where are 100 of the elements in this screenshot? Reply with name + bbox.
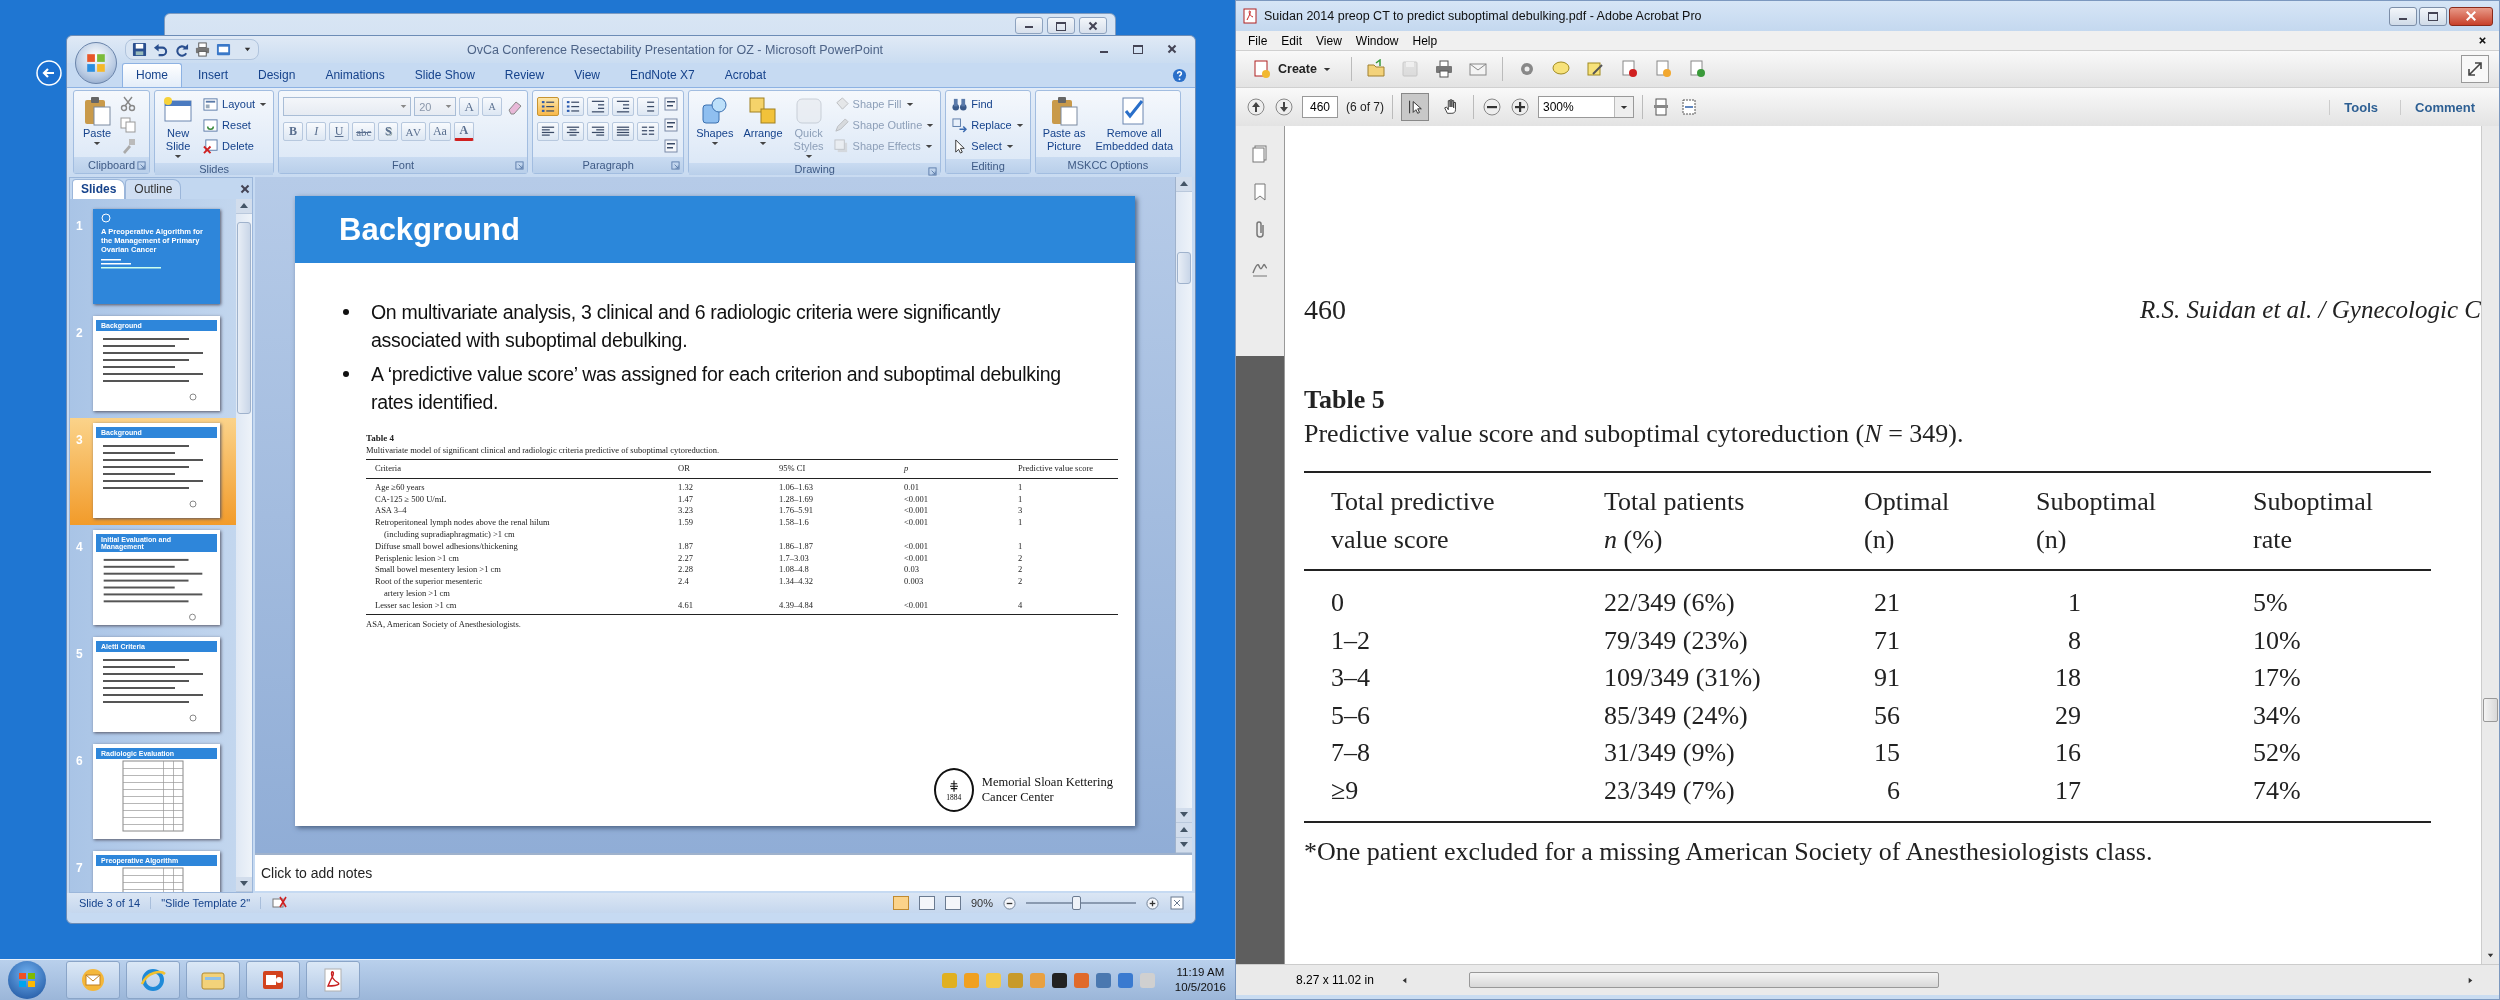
ribbon-tab[interactable]: View: [560, 63, 614, 87]
ribbon-tab[interactable]: Slide Show: [400, 63, 489, 87]
scroll-left-icon[interactable]: [1400, 975, 1409, 985]
align-left-icon[interactable]: [537, 122, 560, 141]
start-button[interactable]: [8, 961, 46, 999]
fit-width-icon[interactable]: [1679, 97, 1699, 117]
slider-thumb[interactable]: [1071, 896, 1081, 910]
ribbon-button[interactable]: Paste: [78, 94, 116, 147]
ribbon-button[interactable]: Shapes: [693, 94, 737, 147]
scroll-up-button[interactable]: [236, 199, 252, 214]
text-direction-icon[interactable]: [663, 96, 680, 112]
scroll-down-button[interactable]: [1176, 808, 1192, 823]
character-spacing-button[interactable]: AV: [401, 122, 426, 141]
zoom-in-icon[interactable]: [1510, 97, 1530, 117]
justify-icon[interactable]: [612, 122, 635, 141]
folder-icon[interactable]: [1365, 59, 1386, 79]
scrollbar-thumb[interactable]: [2483, 698, 2498, 722]
panel-button[interactable]: Tools: [2329, 99, 2393, 115]
create-button[interactable]: Create: [1246, 55, 1337, 83]
zoom-field[interactable]: 300%: [1538, 96, 1634, 118]
ribbon-button[interactable]: Find: [950, 94, 1026, 114]
ribbon-button[interactable]: Replace: [950, 115, 1026, 135]
menu-item[interactable]: Help: [1406, 33, 1444, 48]
underline-button[interactable]: U: [329, 122, 350, 141]
close-icon[interactable]: [2478, 36, 2487, 45]
ribbon-tab[interactable]: Design: [244, 63, 310, 87]
scrollbar[interactable]: [236, 199, 252, 892]
menu-item[interactable]: File: [1242, 33, 1274, 48]
pages-icon[interactable]: [1250, 144, 1270, 164]
dialog-launcher-icon[interactable]: [137, 161, 147, 170]
fit-page-icon[interactable]: [1651, 97, 1671, 117]
increase-indent-icon[interactable]: [612, 97, 635, 116]
page-number-field[interactable]: 460: [1302, 96, 1338, 118]
scrollbar-thumb[interactable]: [237, 222, 251, 414]
maximize-button[interactable]: [2419, 6, 2447, 26]
ribbon-button[interactable]: Delete: [201, 136, 270, 156]
ribbon-button[interactable]: Reset: [201, 115, 270, 135]
ribbon-tab[interactable]: Acrobat: [710, 63, 781, 87]
bullet-list-icon[interactable]: [537, 97, 560, 116]
font-name-field[interactable]: [283, 97, 412, 116]
zoom-in-icon[interactable]: [1146, 896, 1159, 910]
scrollbar[interactable]: [2481, 126, 2499, 964]
align-text-icon[interactable]: [663, 117, 680, 133]
redo-icon[interactable]: [174, 42, 189, 57]
save-icon[interactable]: [132, 42, 147, 57]
minimize-button[interactable]: [1015, 17, 1043, 34]
smartart-icon[interactable]: [663, 138, 680, 154]
dialog-launcher-icon[interactable]: [671, 161, 681, 170]
zoom-out-icon[interactable]: [1482, 97, 1502, 117]
close-button[interactable]: [1079, 17, 1107, 34]
menu-item[interactable]: Edit: [1275, 33, 1309, 48]
dialog-launcher-icon[interactable]: [928, 167, 938, 176]
tray-icon[interactable]: [1051, 972, 1067, 988]
font-color-button[interactable]: A: [453, 122, 474, 141]
next-page-icon[interactable]: [1274, 97, 1294, 117]
dialog-launcher-icon[interactable]: [515, 161, 525, 170]
select-tool-button[interactable]: [1401, 93, 1429, 121]
taskbar-app-button[interactable]: [306, 961, 360, 999]
spellcheck-icon[interactable]: [271, 895, 288, 911]
bold-button[interactable]: B: [283, 122, 304, 141]
caret-icon[interactable]: [243, 45, 252, 54]
slide-show-icon[interactable]: [216, 42, 231, 57]
scroll-down-icon[interactable]: [2486, 951, 2495, 960]
printer-icon[interactable]: [195, 42, 210, 57]
ribbon-tab[interactable]: Home: [122, 63, 182, 87]
ribbon-tab[interactable]: Insert: [184, 63, 243, 87]
change-case-button[interactable]: Aa: [428, 122, 451, 141]
help-icon[interactable]: [1172, 68, 1187, 83]
sorter-view-button[interactable]: [918, 896, 935, 910]
sticky-note-icon[interactable]: [1584, 59, 1605, 79]
decrease-indent-icon[interactable]: [587, 97, 610, 116]
line-spacing-icon[interactable]: [637, 97, 660, 116]
ribbon-tab[interactable]: EndNote X7: [615, 63, 709, 87]
minimize-button[interactable]: [2389, 6, 2417, 26]
menu-item[interactable]: Window: [1349, 33, 1405, 48]
menu-item[interactable]: View: [1310, 33, 1348, 48]
align-center-icon[interactable]: [562, 122, 585, 141]
grow-font-button[interactable]: A: [459, 97, 480, 116]
fit-window-icon[interactable]: [1169, 895, 1185, 911]
ribbon-tab[interactable]: Review: [490, 63, 559, 87]
taskbar-app-button[interactable]: [66, 961, 120, 999]
undo-icon[interactable]: [153, 42, 168, 57]
zoom-out-icon[interactable]: [1003, 896, 1016, 910]
close-button[interactable]: [2449, 6, 2493, 26]
printer-icon[interactable]: [1433, 59, 1454, 79]
scroll-up-button[interactable]: [1176, 177, 1192, 192]
scrollbar-thumb[interactable]: [1469, 972, 1939, 988]
expand-icon[interactable]: [2461, 55, 2489, 83]
next-slide-button[interactable]: [1176, 838, 1192, 853]
columns-icon[interactable]: [637, 122, 660, 141]
ribbon-button[interactable]: Remove all Embedded data: [1092, 94, 1177, 154]
previous-slide-button[interactable]: [1176, 823, 1192, 838]
scrollbar-thumb[interactable]: [1177, 252, 1191, 284]
align-right-icon[interactable]: [587, 122, 610, 141]
scissors-icon[interactable]: [120, 96, 136, 112]
panel-button[interactable]: Comment: [2400, 99, 2489, 115]
slideshow-view-button[interactable]: [944, 896, 961, 910]
notes-field[interactable]: Click to add notes: [255, 853, 1192, 891]
taskbar-app-button[interactable]: [126, 961, 180, 999]
pane-tab[interactable]: Slides: [72, 179, 126, 199]
